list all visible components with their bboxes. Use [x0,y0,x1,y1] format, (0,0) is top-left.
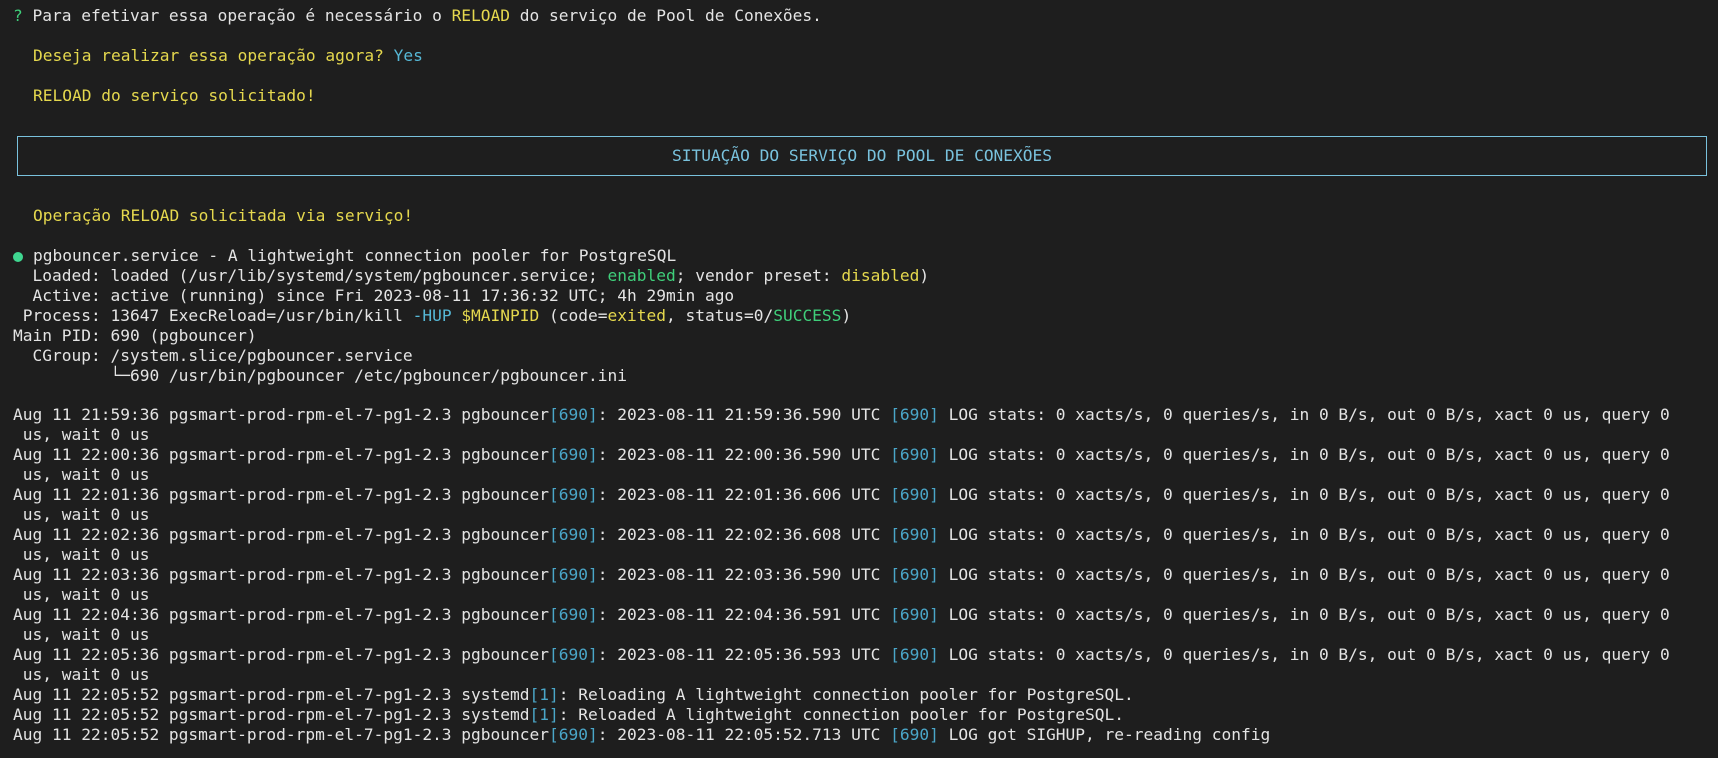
process-space [452,306,462,325]
log-prefix: Aug 11 22:00:36 pgsmart-prod-rpm-el-7-pg… [13,445,550,464]
log-timestamp: : 2023-08-11 22:05:36.593 UTC [597,645,891,664]
process-code: (code= [539,306,608,325]
log-prefix: Aug 11 22:01:36 pgsmart-prod-rpm-el-7-pg… [13,485,550,504]
log-pid: [690] [549,405,598,424]
log-pid: [1] [529,685,559,704]
log-timestamp: : Reloading A lightweight connection poo… [558,685,1134,704]
loaded-suffix: ) [919,266,930,285]
log-message-wrap: us, wait 0 us [13,505,150,524]
log-timestamp: : 2023-08-11 22:01:36.606 UTC [597,485,891,504]
log-pid-inner: [690] [890,485,939,504]
log-entry: Aug 11 22:01:36 pgsmart-prod-rpm-el-7-pg… [13,485,1713,525]
operation-requested-message: Operação RELOAD solicitada via serviço! [33,206,414,225]
log-timestamp: : Reloaded A lightweight connection pool… [558,705,1125,724]
log-prefix: Aug 11 21:59:36 pgsmart-prod-rpm-el-7-pg… [13,405,550,424]
log-pid-inner: [690] [890,445,939,464]
reload-requested-message: RELOAD do serviço solicitado! [33,86,316,105]
log-timestamp: : 2023-08-11 22:05:52.713 UTC [597,725,891,744]
confirm-question-text: Deseja realizar essa operação agora? [33,46,384,65]
service-cgroup-child-line: └─690 /usr/bin/pgbouncer /etc/pgbouncer/… [13,366,627,385]
log-message: LOG stats: 0 xacts/s, 0 queries/s, in 0 … [938,445,1670,464]
log-entry: Aug 11 22:00:36 pgsmart-prod-rpm-el-7-pg… [13,445,1713,485]
log-timestamp: : 2023-08-11 22:02:36.608 UTC [597,525,891,544]
process-exited: exited [607,306,666,325]
process-mainpid: $MAINPID [461,306,540,325]
log-prefix: Aug 11 22:03:36 pgsmart-prod-rpm-el-7-pg… [13,565,550,584]
process-hup: -HUP [412,306,452,325]
log-pid-inner: [690] [890,405,939,424]
loaded-mid: ; vendor preset: [675,266,842,285]
log-message: LOG got SIGHUP, re-reading config [938,725,1271,744]
log-entry: Aug 11 22:05:52 pgsmart-prod-rpm-el-7-pg… [13,685,1713,705]
log-entry: Aug 11 22:05:36 pgsmart-prod-rpm-el-7-pg… [13,645,1713,685]
log-prefix: Aug 11 22:02:36 pgsmart-prod-rpm-el-7-pg… [13,525,550,544]
log-pid-inner: [690] [890,525,939,544]
log-pid: [690] [549,565,598,584]
log-entry: Aug 11 22:05:52 pgsmart-prod-rpm-el-7-pg… [13,725,1713,745]
log-pid: [690] [549,605,598,624]
service-status-title: SITUAÇÃO DO SERVIÇO DO POOL DE CONEXÕES [671,146,1053,165]
service-active-dot-icon [13,252,23,262]
log-pid: [690] [549,525,598,544]
service-status-box: SITUAÇÃO DO SERVIÇO DO POOL DE CONEXÕES [17,136,1707,176]
log-prefix: Aug 11 22:05:36 pgsmart-prod-rpm-el-7-pg… [13,645,550,664]
log-pid-inner: [690] [890,605,939,624]
service-header: pgbouncer.service - A lightweight connec… [33,246,677,265]
service-active-line: Active: active (running) since Fri 2023-… [13,286,735,305]
confirm-answer: Yes [393,46,423,65]
log-entry: Aug 11 21:59:36 pgsmart-prod-rpm-el-7-pg… [13,405,1713,445]
log-pid-inner: [690] [890,725,939,744]
service-loaded-line: Loaded: loaded (/usr/lib/systemd/system/… [13,266,929,286]
log-prefix: Aug 11 22:05:52 pgsmart-prod-rpm-el-7-pg… [13,685,530,704]
log-message-wrap: us, wait 0 us [13,545,150,564]
log-message-wrap: us, wait 0 us [13,625,150,644]
log-message: LOG stats: 0 xacts/s, 0 queries/s, in 0 … [938,605,1670,624]
log-timestamp: : 2023-08-11 22:00:36.590 UTC [597,445,891,464]
loaded-enabled: enabled [607,266,676,285]
prompt-text-before: Para efetivar essa operação é necessário… [22,6,452,25]
log-pid-inner: [690] [890,645,939,664]
log-message: LOG stats: 0 xacts/s, 0 queries/s, in 0 … [938,525,1670,544]
log-message: LOG stats: 0 xacts/s, 0 queries/s, in 0 … [938,645,1670,664]
log-timestamp: : 2023-08-11 21:59:36.590 UTC [597,405,891,424]
loaded-prefix: Loaded: loaded (/usr/lib/systemd/system/… [13,266,608,285]
log-message-wrap: us, wait 0 us [13,665,150,684]
reload-prompt: ? Para efetivar essa operação é necessár… [13,6,822,26]
prompt-reload-keyword: RELOAD [451,6,511,25]
process-success: SUCCESS [773,306,842,325]
confirm-question: Deseja realizar essa operação agora? Yes [33,46,423,66]
log-message: LOG stats: 0 xacts/s, 0 queries/s, in 0 … [938,485,1670,504]
service-process-line: Process: 13647 ExecReload=/usr/bin/kill … [13,306,851,326]
log-entry: Aug 11 22:05:52 pgsmart-prod-rpm-el-7-pg… [13,705,1713,725]
log-prefix: Aug 11 22:05:52 pgsmart-prod-rpm-el-7-pg… [13,725,550,744]
log-message: LOG stats: 0 xacts/s, 0 queries/s, in 0 … [938,405,1670,424]
log-pid: [690] [549,725,598,744]
log-timestamp: : 2023-08-11 22:03:36.590 UTC [597,565,891,584]
log-entry: Aug 11 22:02:36 pgsmart-prod-rpm-el-7-pg… [13,525,1713,565]
log-pid-inner: [690] [890,565,939,584]
log-message-wrap: us, wait 0 us [13,465,150,484]
service-cgroup-line: CGroup: /system.slice/pgbouncer.service [13,346,413,365]
terminal-window: ? Para efetivar essa operação é necessár… [0,0,1718,758]
log-message-wrap: us, wait 0 us [13,585,150,604]
log-pid: [1] [529,705,559,724]
log-prefix: Aug 11 22:05:52 pgsmart-prod-rpm-el-7-pg… [13,705,530,724]
process-status: , status=0/ [666,306,774,325]
log-pid: [690] [549,645,598,664]
log-pid: [690] [549,485,598,504]
prompt-question-mark: ? [13,6,23,25]
prompt-text-after: do serviço de Pool de Conexões. [510,6,822,25]
log-prefix: Aug 11 22:04:36 pgsmart-prod-rpm-el-7-pg… [13,605,550,624]
log-message: LOG stats: 0 xacts/s, 0 queries/s, in 0 … [938,565,1670,584]
loaded-disabled: disabled [841,266,920,285]
service-main-pid-line: Main PID: 690 (pgbouncer) [13,326,257,345]
log-timestamp: : 2023-08-11 22:04:36.591 UTC [597,605,891,624]
log-entry: Aug 11 22:03:36 pgsmart-prod-rpm-el-7-pg… [13,565,1713,605]
log-message-wrap: us, wait 0 us [13,425,150,444]
process-end: ) [841,306,852,325]
process-prefix: Process: 13647 ExecReload=/usr/bin/kill [13,306,413,325]
log-pid: [690] [549,445,598,464]
log-entry: Aug 11 22:04:36 pgsmart-prod-rpm-el-7-pg… [13,605,1713,645]
